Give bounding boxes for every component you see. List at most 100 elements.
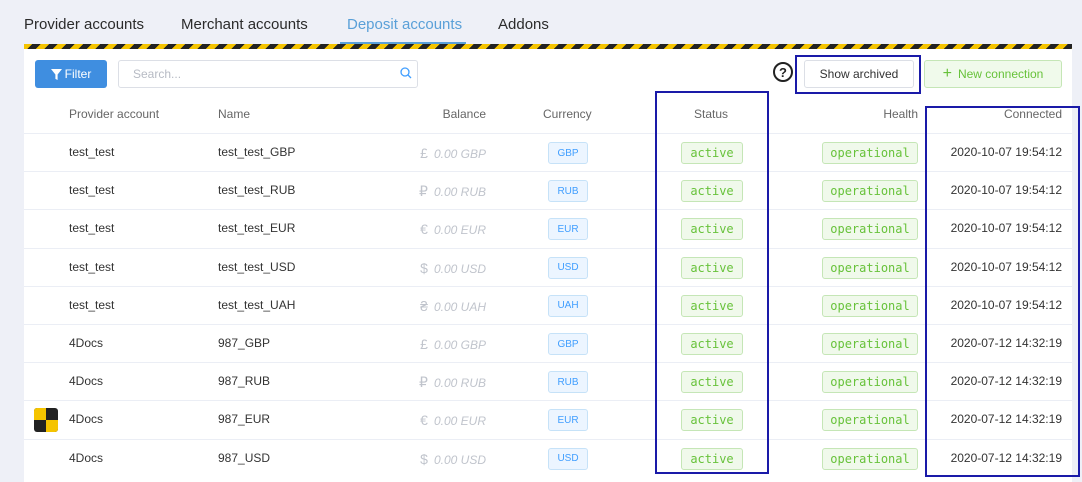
status-badge: active bbox=[681, 294, 743, 317]
balance-cell: €0.00 EUR bbox=[420, 412, 486, 428]
balance-value: 0.00 RUB bbox=[433, 376, 486, 391]
currency-tag: EUR bbox=[548, 218, 588, 241]
table-row[interactable]: test_test test_test_USD $0.00 USD USD active… bbox=[24, 247, 1072, 286]
table-row[interactable]: 4Docs 987_EUR €0.00 EUR EUR active operationa… bbox=[24, 400, 1072, 438]
account-name-cell[interactable]: 987_RUB bbox=[218, 374, 270, 388]
account-name-cell[interactable]: test_test_RUB bbox=[218, 183, 295, 197]
health-badge: operational bbox=[822, 371, 918, 394]
currency-tag: GBP bbox=[548, 142, 588, 164]
currency-tag: RUB bbox=[548, 371, 588, 394]
health-badge: operational bbox=[822, 447, 918, 470]
currency-tag: UAH bbox=[548, 294, 588, 317]
column-header-connected[interactable]: Connected bbox=[1004, 107, 1062, 121]
health-badge: operational bbox=[822, 333, 918, 355]
currency-tag: EUR bbox=[548, 409, 588, 432]
account-name-cell[interactable]: 987_EUR bbox=[218, 412, 270, 426]
provider-account-cell: test_test bbox=[69, 259, 115, 274]
health-badge: operational bbox=[822, 294, 918, 317]
column-header-provider-account[interactable]: Provider account bbox=[69, 107, 159, 121]
new-connection-button[interactable]: + New connection bbox=[924, 60, 1062, 88]
balance-value: 0.00 UAH bbox=[433, 299, 486, 314]
health-badge: operational bbox=[822, 409, 918, 432]
table-row[interactable]: test_test test_test_RUB ₽0.00 RUB RUB active… bbox=[24, 171, 1072, 209]
status-badge: active bbox=[681, 180, 743, 203]
currency-symbol-icon: $ bbox=[420, 259, 428, 276]
provider-account-cell: 4Docs bbox=[69, 336, 104, 350]
connected-timestamp: 2020-07-12 14:32:19 bbox=[950, 336, 1062, 350]
connected-timestamp: 2020-07-12 14:32:19 bbox=[950, 412, 1062, 427]
currency-symbol-icon: € bbox=[420, 412, 428, 429]
balance-cell: $0.00 USD bbox=[420, 260, 486, 276]
currency-symbol-icon: £ bbox=[420, 336, 428, 352]
table-row[interactable]: test_test test_test_GBP £0.00 GBP GBP active… bbox=[24, 133, 1072, 171]
side-logo-icon[interactable] bbox=[34, 408, 58, 432]
balance-cell: ₽0.00 RUB bbox=[419, 183, 486, 200]
search-input[interactable] bbox=[118, 60, 418, 88]
tab-addons[interactable]: Addons bbox=[498, 16, 549, 33]
account-name-cell[interactable]: 987_USD bbox=[218, 451, 270, 465]
table-row[interactable]: test_test test_test_UAH ₴ 0.00 UAH UAH active… bbox=[24, 285, 1072, 324]
status-badge: active bbox=[681, 447, 743, 470]
table-row[interactable]: 4Docs 987_RUB ₽0.00 RUB RUB active operationa… bbox=[24, 362, 1072, 400]
balance-cell: ₽0.00 RUB bbox=[419, 374, 486, 391]
status-badge: active bbox=[681, 409, 743, 432]
provider-account-cell: 4Docs bbox=[69, 374, 104, 389]
currency-symbol-icon: ₽ bbox=[419, 374, 428, 391]
tab-provider-accounts[interactable]: Provider accounts bbox=[24, 16, 144, 33]
account-name-cell[interactable]: test_test_GBP bbox=[218, 145, 295, 159]
health-badge: operational bbox=[822, 142, 918, 164]
balance-cell: $0.00 USD bbox=[420, 451, 486, 467]
funnel-icon bbox=[50, 68, 62, 80]
table-row[interactable]: 4Docs 987_USD $0.00 USD USD active operationa… bbox=[24, 438, 1072, 477]
health-badge: operational bbox=[822, 256, 918, 279]
column-header-currency[interactable]: Currency bbox=[543, 107, 592, 121]
balance-value: 0.00 EUR bbox=[433, 414, 486, 429]
connected-timestamp: 2020-07-12 14:32:19 bbox=[950, 450, 1062, 465]
status-badge: active bbox=[681, 218, 743, 241]
status-badge: active bbox=[681, 256, 743, 279]
account-name-cell[interactable]: test_test_EUR bbox=[218, 221, 295, 235]
currency-tag: USD bbox=[548, 447, 588, 470]
column-header-health[interactable]: Health bbox=[883, 107, 918, 121]
column-header-balance[interactable]: Balance bbox=[443, 107, 486, 121]
health-badge: operational bbox=[822, 180, 918, 203]
balance-cell: ₴ 0.00 UAH bbox=[420, 298, 486, 314]
account-name-cell[interactable]: test_test_UAH bbox=[218, 298, 295, 312]
currency-tag: RUB bbox=[548, 180, 588, 203]
provider-account-cell: test_test bbox=[69, 297, 115, 312]
tab-merchant-accounts[interactable]: Merchant accounts bbox=[181, 16, 308, 33]
connected-timestamp: 2020-10-07 19:54:12 bbox=[950, 297, 1062, 312]
provider-account-cell: test_test bbox=[69, 183, 115, 198]
status-badge: active bbox=[681, 142, 743, 164]
column-header-name[interactable]: Name bbox=[218, 107, 250, 121]
table-row[interactable]: 4Docs 987_GBP £0.00 GBP GBP active operationa… bbox=[24, 324, 1072, 362]
currency-tag: GBP bbox=[548, 333, 588, 355]
table-row[interactable]: test_test test_test_EUR €0.00 EUR EUR active… bbox=[24, 209, 1072, 247]
provider-account-cell: 4Docs bbox=[69, 412, 104, 427]
balance-value: 0.00 USD bbox=[433, 261, 486, 276]
health-badge: operational bbox=[822, 218, 918, 241]
balance-value: 0.00 USD bbox=[433, 452, 486, 467]
column-header-status[interactable]: Status bbox=[694, 107, 728, 121]
status-badge: active bbox=[681, 333, 743, 355]
filter-button[interactable]: Filter bbox=[35, 60, 107, 88]
currency-symbol-icon: £ bbox=[420, 145, 428, 161]
help-icon[interactable]: ? bbox=[773, 62, 793, 82]
status-badge: active bbox=[681, 371, 743, 394]
filter-button-label: Filter bbox=[64, 67, 92, 81]
currency-symbol-icon: ₴ bbox=[420, 297, 428, 314]
provider-account-cell: test_test bbox=[69, 221, 115, 236]
account-tabs: Provider accounts Merchant accounts Depo… bbox=[0, 0, 1082, 45]
currency-tag: USD bbox=[548, 256, 588, 279]
show-archived-button[interactable]: Show archived bbox=[804, 60, 914, 88]
connected-timestamp: 2020-10-07 19:54:12 bbox=[950, 259, 1062, 274]
balance-value: 0.00 EUR bbox=[433, 223, 486, 238]
currency-symbol-icon: $ bbox=[420, 450, 428, 467]
tab-deposit-accounts[interactable]: Deposit accounts bbox=[347, 16, 462, 33]
search-icon[interactable] bbox=[400, 67, 412, 79]
currency-symbol-icon: ₽ bbox=[419, 183, 428, 200]
account-name-cell[interactable]: 987_GBP bbox=[218, 336, 270, 350]
connected-timestamp: 2020-10-07 19:54:12 bbox=[950, 183, 1062, 198]
account-name-cell[interactable]: test_test_USD bbox=[218, 260, 295, 274]
balance-cell: €0.00 EUR bbox=[420, 221, 486, 237]
